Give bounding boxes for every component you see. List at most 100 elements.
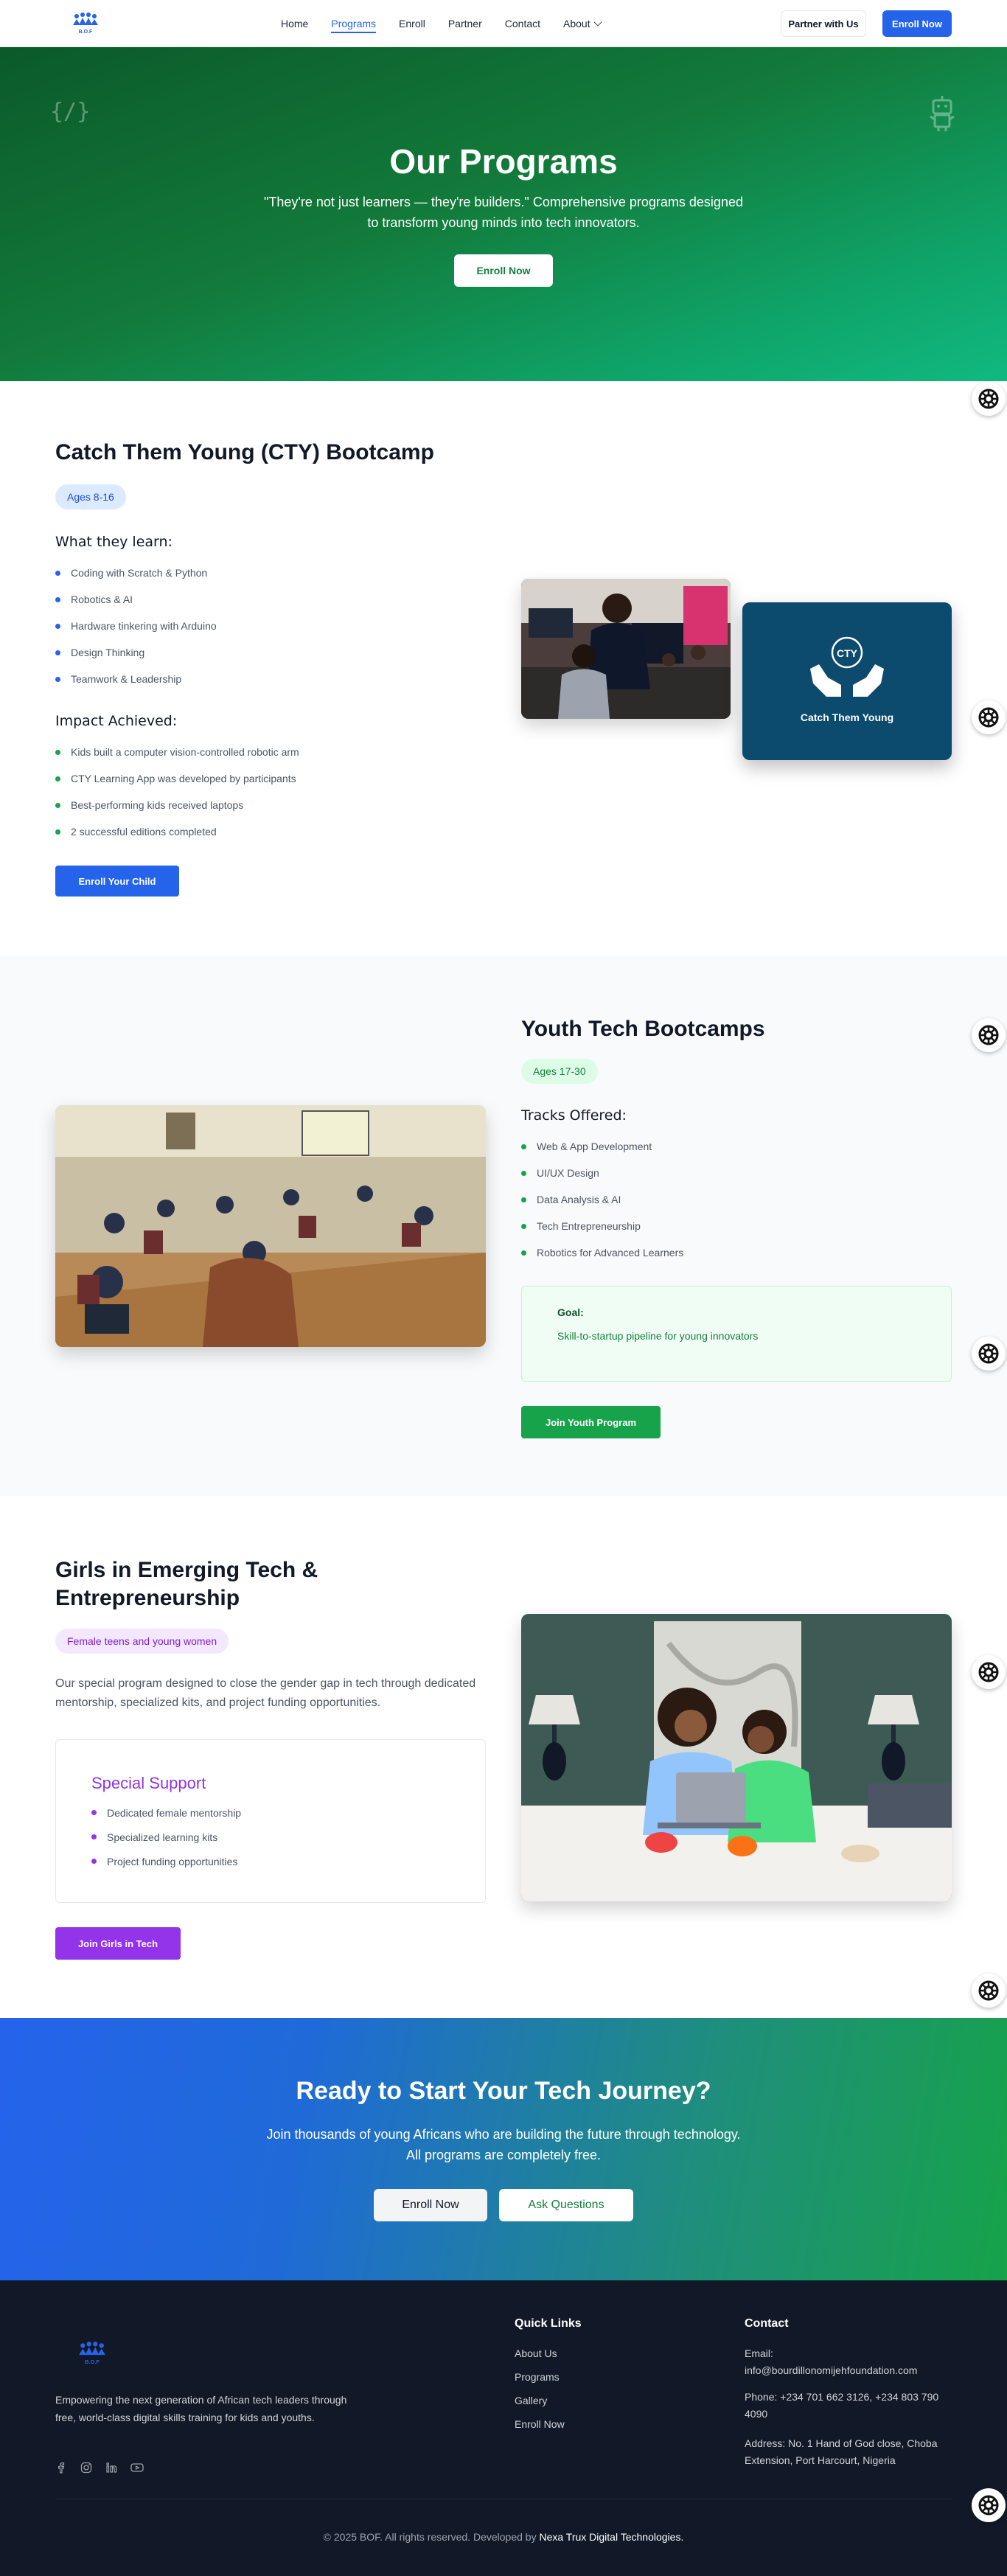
quick-links-heading: Quick Links [515, 2317, 582, 2330]
list-item-text: Robotics & AI [71, 593, 133, 605]
cty-impact-list: Kids built a computer vision-controlled … [55, 739, 299, 845]
floating-widget-icon[interactable] [972, 700, 1006, 734]
nav-home[interactable]: Home [281, 18, 308, 29]
enroll-your-child-button[interactable]: Enroll Your Child [55, 866, 179, 897]
list-item: Robotics & AI [55, 586, 217, 613]
footer-tagline: Empowering the next generation of Africa… [55, 2394, 347, 2423]
cta-enroll-now-button[interactable]: Enroll Now [374, 2189, 487, 2221]
list-item: Robotics for Advanced Learners [521, 1239, 683, 1266]
youtube-icon[interactable] [130, 2462, 144, 2477]
bullet-icon [91, 1834, 97, 1839]
bullet-icon [521, 1143, 526, 1149]
facebook-icon[interactable] [55, 2462, 67, 2477]
join-youth-program-button[interactable]: Join Youth Program [521, 1406, 661, 1438]
social-links [55, 2462, 144, 2477]
cty-hands-logo-icon: CTY [810, 636, 884, 697]
youth-classroom-photo [55, 1105, 486, 1347]
list-item: Coding with Scratch & Python [55, 560, 217, 586]
nav-enroll[interactable]: Enroll [399, 18, 425, 29]
list-item: Hardware tinkering with Arduino [55, 613, 217, 639]
girls-audience-badge: Female teens and young women [55, 1629, 229, 1654]
cta-subtitle: Join thousands of young Africans who are… [266, 2127, 741, 2162]
bullet-icon [55, 802, 60, 808]
youth-age-badge: Ages 17-30 [521, 1059, 598, 1084]
girls-title: Girls in Emerging Tech & Entrepreneurshi… [55, 1558, 318, 1610]
contact-address: Address: No. 1 Hand of God close, Choba … [745, 2437, 938, 2466]
list-item: Specialized learning kits [91, 1825, 241, 1849]
contact-email-link[interactable]: info@bourdillonomijehfoundation.com [745, 2364, 917, 2376]
cty-age-badge: Ages 8-16 [55, 484, 126, 509]
list-item: Data Analysis & AI [521, 1186, 683, 1213]
bullet-icon [521, 1223, 526, 1229]
list-item: Web & App Development [521, 1133, 683, 1160]
list-item-text: Robotics for Advanced Learners [537, 1247, 684, 1259]
nav-enroll-now-button[interactable]: Enroll Now [882, 10, 952, 37]
list-item-text: Kids built a computer vision-controlled … [71, 746, 299, 758]
footer-link-about[interactable]: About Us [515, 2347, 557, 2359]
list-item: 2 successful editions completed [55, 818, 299, 845]
floating-widget-icon[interactable] [972, 1655, 1006, 1689]
floating-widget-icon[interactable] [972, 1337, 1006, 1371]
floating-widget-icon[interactable] [972, 1018, 1006, 1052]
floating-widget-icon[interactable] [972, 2488, 1006, 2522]
cta-banner: Ready to Start Your Tech Journey? Join t… [0, 2018, 1007, 2280]
bullet-icon [55, 570, 60, 576]
bullet-icon [55, 829, 60, 835]
hero-section: {/} Our Programs "They're not just learn… [0, 47, 1007, 381]
bof-logo[interactable]: B.O.F [71, 10, 100, 35]
nav-about[interactable]: About [563, 18, 602, 29]
bullet-icon [55, 776, 60, 781]
floating-widget-icon[interactable] [972, 382, 1006, 416]
bullet-icon [55, 650, 60, 655]
girls-description: Our special program designed to close th… [55, 1677, 476, 1709]
list-item-text: CTY Learning App was developed by partic… [71, 773, 296, 784]
youth-title: Youth Tech Bootcamps [521, 1017, 765, 1041]
contact-heading: Contact [745, 2317, 789, 2330]
copyright: © 2025 BOF. All rights reserved. Develop… [0, 2531, 1007, 2543]
join-girls-in-tech-button[interactable]: Join Girls in Tech [55, 1927, 181, 1960]
instagram-icon[interactable] [80, 2462, 92, 2477]
list-item-text: Web & App Development [537, 1141, 652, 1152]
footer-logo[interactable]: B.O.F [76, 2339, 108, 2370]
floating-widget-icon[interactable] [972, 1974, 1006, 2008]
linkedin-icon[interactable] [105, 2462, 117, 2477]
nav-contact[interactable]: Contact [505, 18, 540, 29]
list-item-text: Coding with Scratch & Python [71, 567, 208, 579]
goal-text: Skill-to-startup pipeline for young inno… [557, 1330, 759, 1342]
list-item-text: UI/UX Design [537, 1167, 599, 1179]
special-support-heading: Special Support [91, 1774, 206, 1792]
footer: B.O.F Empowering the next generation of … [0, 2280, 1007, 2576]
developer-link[interactable]: Nexa Trux Digital Technologies. [539, 2531, 683, 2543]
nav-partner[interactable]: Partner [448, 18, 482, 29]
cty-card-label: Catch Them Young [800, 711, 894, 723]
ask-questions-button[interactable]: Ask Questions [499, 2189, 633, 2221]
list-item: Design Thinking [55, 639, 217, 666]
top-navbar: B.O.F Home Programs Enroll Partner Conta… [0, 0, 1007, 47]
bullet-icon [521, 1170, 526, 1176]
footer-link-gallery[interactable]: Gallery [515, 2395, 547, 2406]
footer-link-programs[interactable]: Programs [515, 2371, 560, 2383]
list-item-text: Design Thinking [71, 647, 145, 658]
list-item: Tech Entrepreneurship [521, 1213, 683, 1239]
cty-bootcamp-section: Catch Them Young (CTY) Bootcamp Ages 8-1… [0, 381, 1007, 956]
list-item: Kids built a computer vision-controlled … [55, 739, 299, 765]
contact-phone: Phone: +234 701 662 3126, +234 803 790 4… [745, 2391, 939, 2420]
partner-with-us-button[interactable]: Partner with Us [781, 10, 866, 37]
main-nav: Home Programs Enroll Partner Contact Abo… [281, 0, 624, 47]
list-item-text: Project funding opportunities [107, 1855, 238, 1867]
youth-tracks-heading: Tracks Offered: [521, 1107, 627, 1124]
cty-learn-list: Coding with Scratch & Python Robotics & … [55, 560, 217, 692]
contact-email-label: Email: [745, 2347, 773, 2359]
bullet-icon [55, 596, 60, 602]
list-item-text: Tech Entrepreneurship [537, 1220, 641, 1232]
youth-bootcamp-section: Youth Tech Bootcamps Ages 17-30 Tracks O… [0, 956, 1007, 1496]
youth-goal-box: Goal: Skill-to-startup pipeline for youn… [521, 1286, 952, 1382]
list-item-text: Teamwork & Leadership [71, 673, 182, 685]
list-item: Project funding opportunities [91, 1849, 241, 1873]
footer-link-enroll[interactable]: Enroll Now [515, 2418, 565, 2430]
nav-programs[interactable]: Programs [331, 18, 376, 33]
list-item: CTY Learning App was developed by partic… [55, 765, 299, 792]
hero-subtitle: "They're not just learners — they're bui… [264, 195, 743, 230]
cta-title: Ready to Start Your Tech Journey? [296, 2077, 711, 2105]
hero-enroll-now-button[interactable]: Enroll Now [454, 254, 553, 287]
